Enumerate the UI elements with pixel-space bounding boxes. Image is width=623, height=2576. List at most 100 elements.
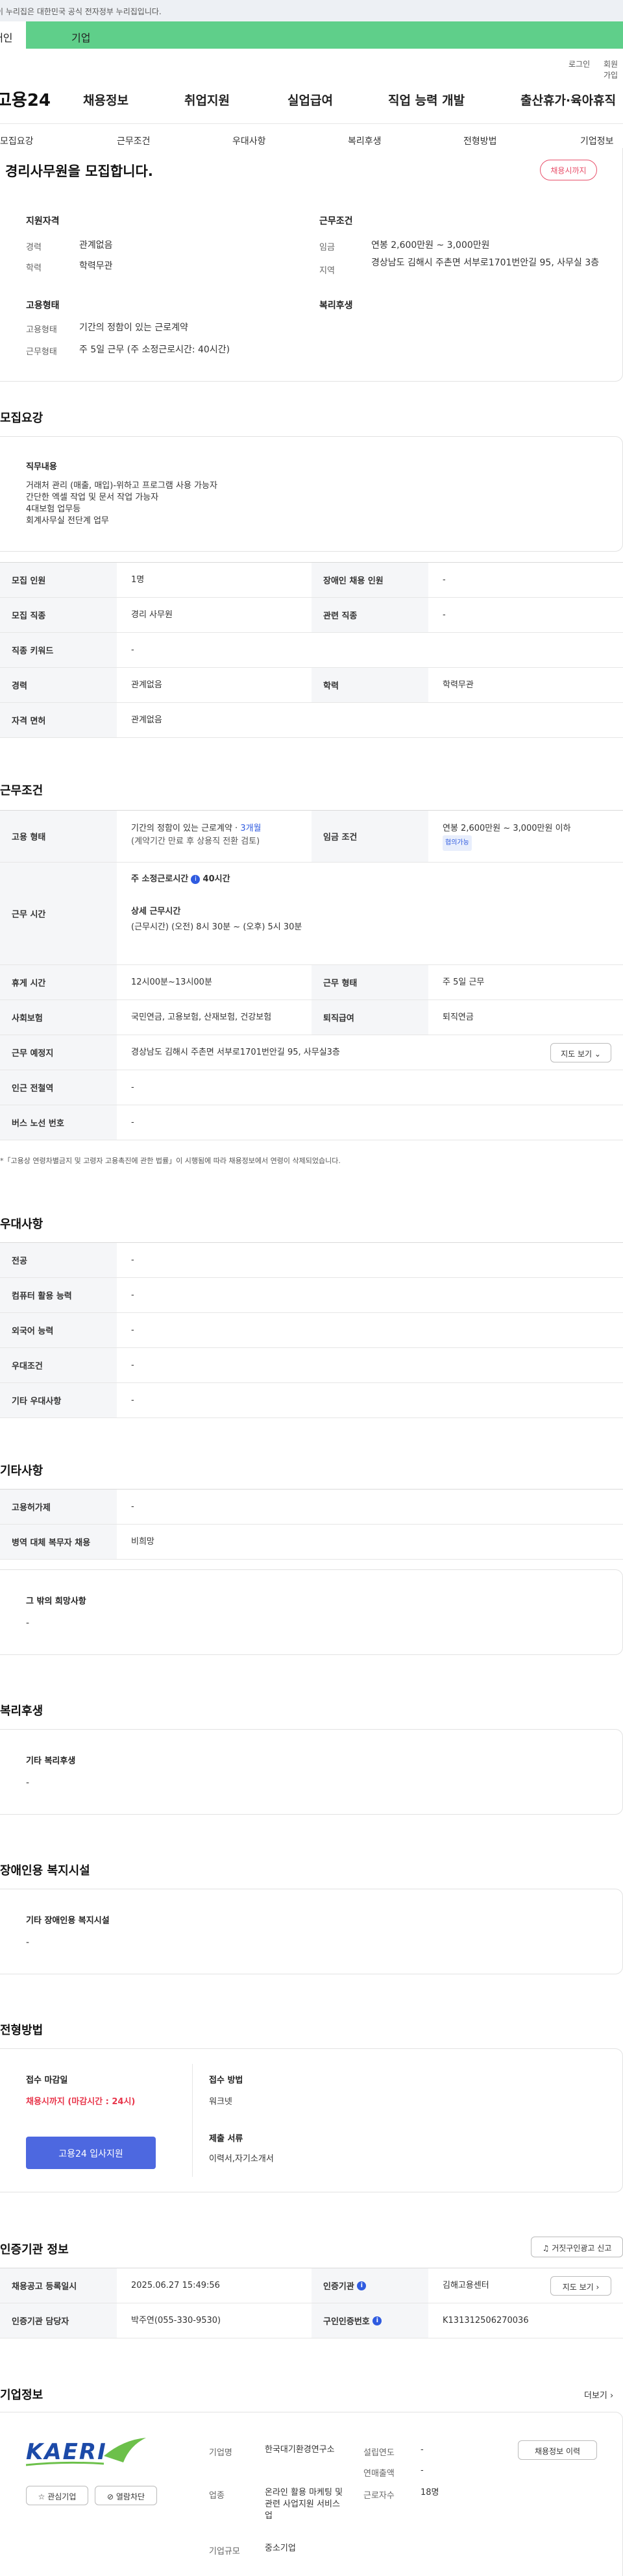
industry-value: 온라인 활용 마케팅 및 관련 사업지원 서비스업 [265,2488,343,2521]
td-count: 1명 [131,575,145,585]
block-company-button[interactable]: ⊘ 열람차단 [95,2486,157,2505]
snb-welfare[interactable]: 복리후생 [348,134,382,147]
pay-value: 연봉 2,600만원 ~ 3,000만원 [371,240,490,251]
welfare-title: 복리후생 [319,301,353,311]
login-link[interactable]: 로그인 [568,58,590,69]
history-button[interactable]: 채용정보 이력 [518,2440,597,2460]
welfare-section-title: 복리후생 [0,1704,43,1718]
more-link-label: 더보기 [584,2391,607,2401]
sales-value: - [421,2466,424,2475]
th-pref-cond: 우대조건 [0,1348,117,1382]
year-value: - [421,2445,424,2455]
welfare-card-title: 기타 복리후생 [26,1756,76,1766]
td-certnum: K131312506270036 [443,2316,529,2325]
org-map-button[interactable]: 지도 보기 › [550,2276,611,2296]
snb-work[interactable]: 근무조건 [117,134,151,147]
th-pref-etc: 기타 우대사항 [0,1383,117,1417]
table-row: 전공 - [0,1243,623,1278]
th-license: 자격 면허 [0,703,117,737]
td-language: - [131,1325,134,1335]
table-row: 휴게 시간 12시00분~13시00분 근무 형태 주 5일 근무 [0,965,623,1000]
work-table: 고용 형태 기간의 정함이 있는 근로계약 · 3개월 (계약기간 만료 후 상용… [0,810,623,1158]
snb-company[interactable]: 기업정보 [580,134,614,147]
td-edu: 학력무관 [443,680,474,690]
th-disabled: 장애인 채용 인원 [312,563,428,597]
welfare-value: - [26,1778,30,1788]
disabled-card-title: 기타 장애인용 복지시설 [26,1916,110,1926]
th-place: 근무 예정지 [0,1035,117,1070]
report-button[interactable]: ♫ 거짓구인광고 신고 [531,2237,623,2257]
nav-unemployment[interactable]: 실업급여 [287,91,333,108]
more-link[interactable]: 더보기 › [584,2388,613,2401]
nav-support[interactable]: 취업지원 [184,91,230,108]
org-map-button-label: 지도 보기 [562,2283,594,2292]
apply-button[interactable]: 고용24 입사지원 [26,2137,156,2169]
td-rest: 12시00분~13시00분 [131,977,212,987]
join-link[interactable]: 회원가입 [604,58,623,80]
td-major: - [131,1255,134,1265]
td-manager: 박주연(055-330-9530) [131,2316,221,2325]
table-row: 컴퓨터 활용 능력 - [0,1278,623,1313]
td-disabled: - [443,575,446,585]
table-row: 직종 키워드 - [0,633,623,668]
weekly-hours-value: 40시간 [202,874,230,884]
snb-pref[interactable]: 우대사항 [232,134,266,147]
etc-section-title: 기타사항 [0,1464,43,1478]
qual-title: 지원자격 [26,216,60,227]
nav-training[interactable]: 직업 능력 개발 [388,91,465,108]
wish-value: - [26,1618,30,1628]
deadline-value: 채용시까지 (마감시간 : 24시) [26,2097,136,2107]
disabled-section-title: 장애인용 복지시설 [0,1864,90,1878]
snb-recruit[interactable]: 모집요강 [0,134,34,147]
td-retire: 퇴직연금 [443,1012,474,1022]
star-icon: ☆ [38,2492,45,2501]
snb-process[interactable]: 전형방법 [463,134,497,147]
welfare-card [0,1729,623,1815]
th-emptype: 고용 형태 [0,811,117,862]
negotiable-badge: 협의가능 [443,835,472,851]
fav-label: 관심기업 [47,2492,77,2501]
docs-value: 이력서,자기소개서 [209,2154,274,2164]
th-reg: 채용공고 등록일시 [0,2268,117,2303]
form-label: 근무형태 [26,347,57,357]
table-row: 고용허가제 - [0,1490,623,1525]
recruit-section-title: 모집요강 [0,411,43,425]
td-subway: - [131,1083,134,1092]
wish-card [0,1569,623,1655]
bell-icon: ♫ [542,2244,550,2253]
th-language: 외국어 능력 [0,1313,117,1347]
tab-personal[interactable]: 개인 [0,21,26,49]
th-manager: 인증기관 담당자 [0,2303,117,2338]
nav-leave[interactable]: 출산휴가·육아휴직 [520,91,616,108]
site-logo[interactable]: 고용24 [0,87,51,111]
industry-label: 업종 [209,2491,225,2501]
th-count: 모집 인원 [0,563,117,597]
employees-label: 근로자수 [363,2491,395,2501]
th-permit: 고용허가제 [0,1490,117,1524]
process-section-title: 전형방법 [0,2024,43,2037]
employees-value: 18명 [421,2488,439,2497]
table-row: 경력 관계없음 학력 학력무관 [0,668,623,703]
main-nav: 고용24 채용정보 취업지원 실업급여 직업 능력 개발 출산휴가·육아휴직 [0,83,623,119]
table-row: 자격 면허 관계없음 [0,703,623,738]
nav-jobs[interactable]: 채용정보 [83,91,128,108]
td-wage: 연봉 2,600만원 ~ 3,000만원 이하 협의가능 [443,822,571,851]
emptype-text: 기간의 정함이 있는 근로계약 · [131,824,241,833]
career-value: 관계없음 [79,240,113,251]
table-row: 버스 노선 번호 - [0,1105,623,1140]
th-subway: 인근 전철역 [0,1070,117,1105]
deadline-pill: 채용시까지 [540,160,597,180]
block-label: 열람차단 [116,2492,145,2501]
info-icon[interactable]: i [191,874,201,884]
info-icon[interactable]: i [373,2316,382,2325]
table-row: 인근 전철역 - [0,1070,623,1105]
info-icon[interactable]: i [357,2281,367,2290]
td-license: 관계없음 [131,715,162,725]
fav-company-button[interactable]: ☆ 관심기업 [26,2486,88,2505]
tab-company[interactable]: 기업 [26,21,623,49]
table-row: 외국어 능력 - [0,1313,623,1348]
map-button[interactable]: 지도 보기 ⌄ [550,1043,611,1062]
td-career: 관계없음 [131,680,162,690]
td-place: 경상남도 김해시 주촌면 서부로1701번안길 95, 사무실3층 [131,1048,340,1057]
td-permit: - [131,1502,134,1512]
